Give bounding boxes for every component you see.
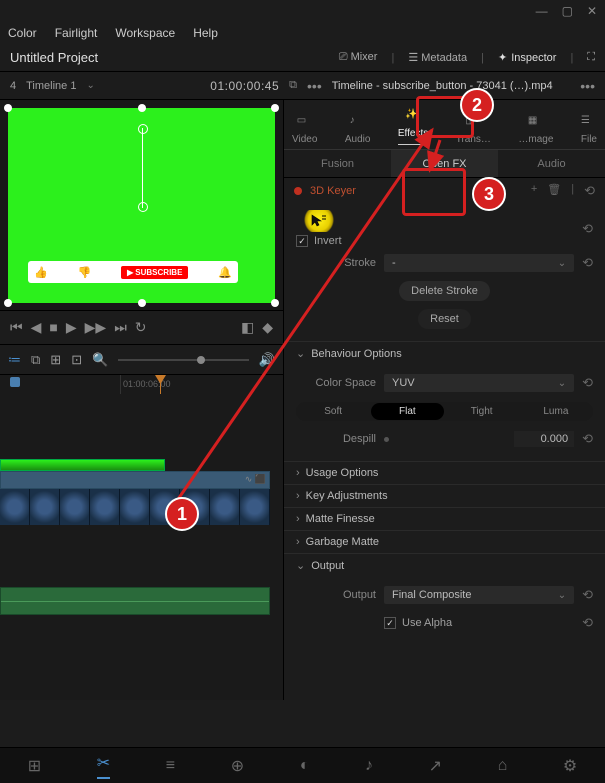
annotation-arrows — [0, 0, 605, 783]
annotation-1: 1 — [165, 497, 199, 531]
annotation-3: 3 — [472, 177, 506, 211]
annotation-2: 2 — [460, 88, 494, 122]
